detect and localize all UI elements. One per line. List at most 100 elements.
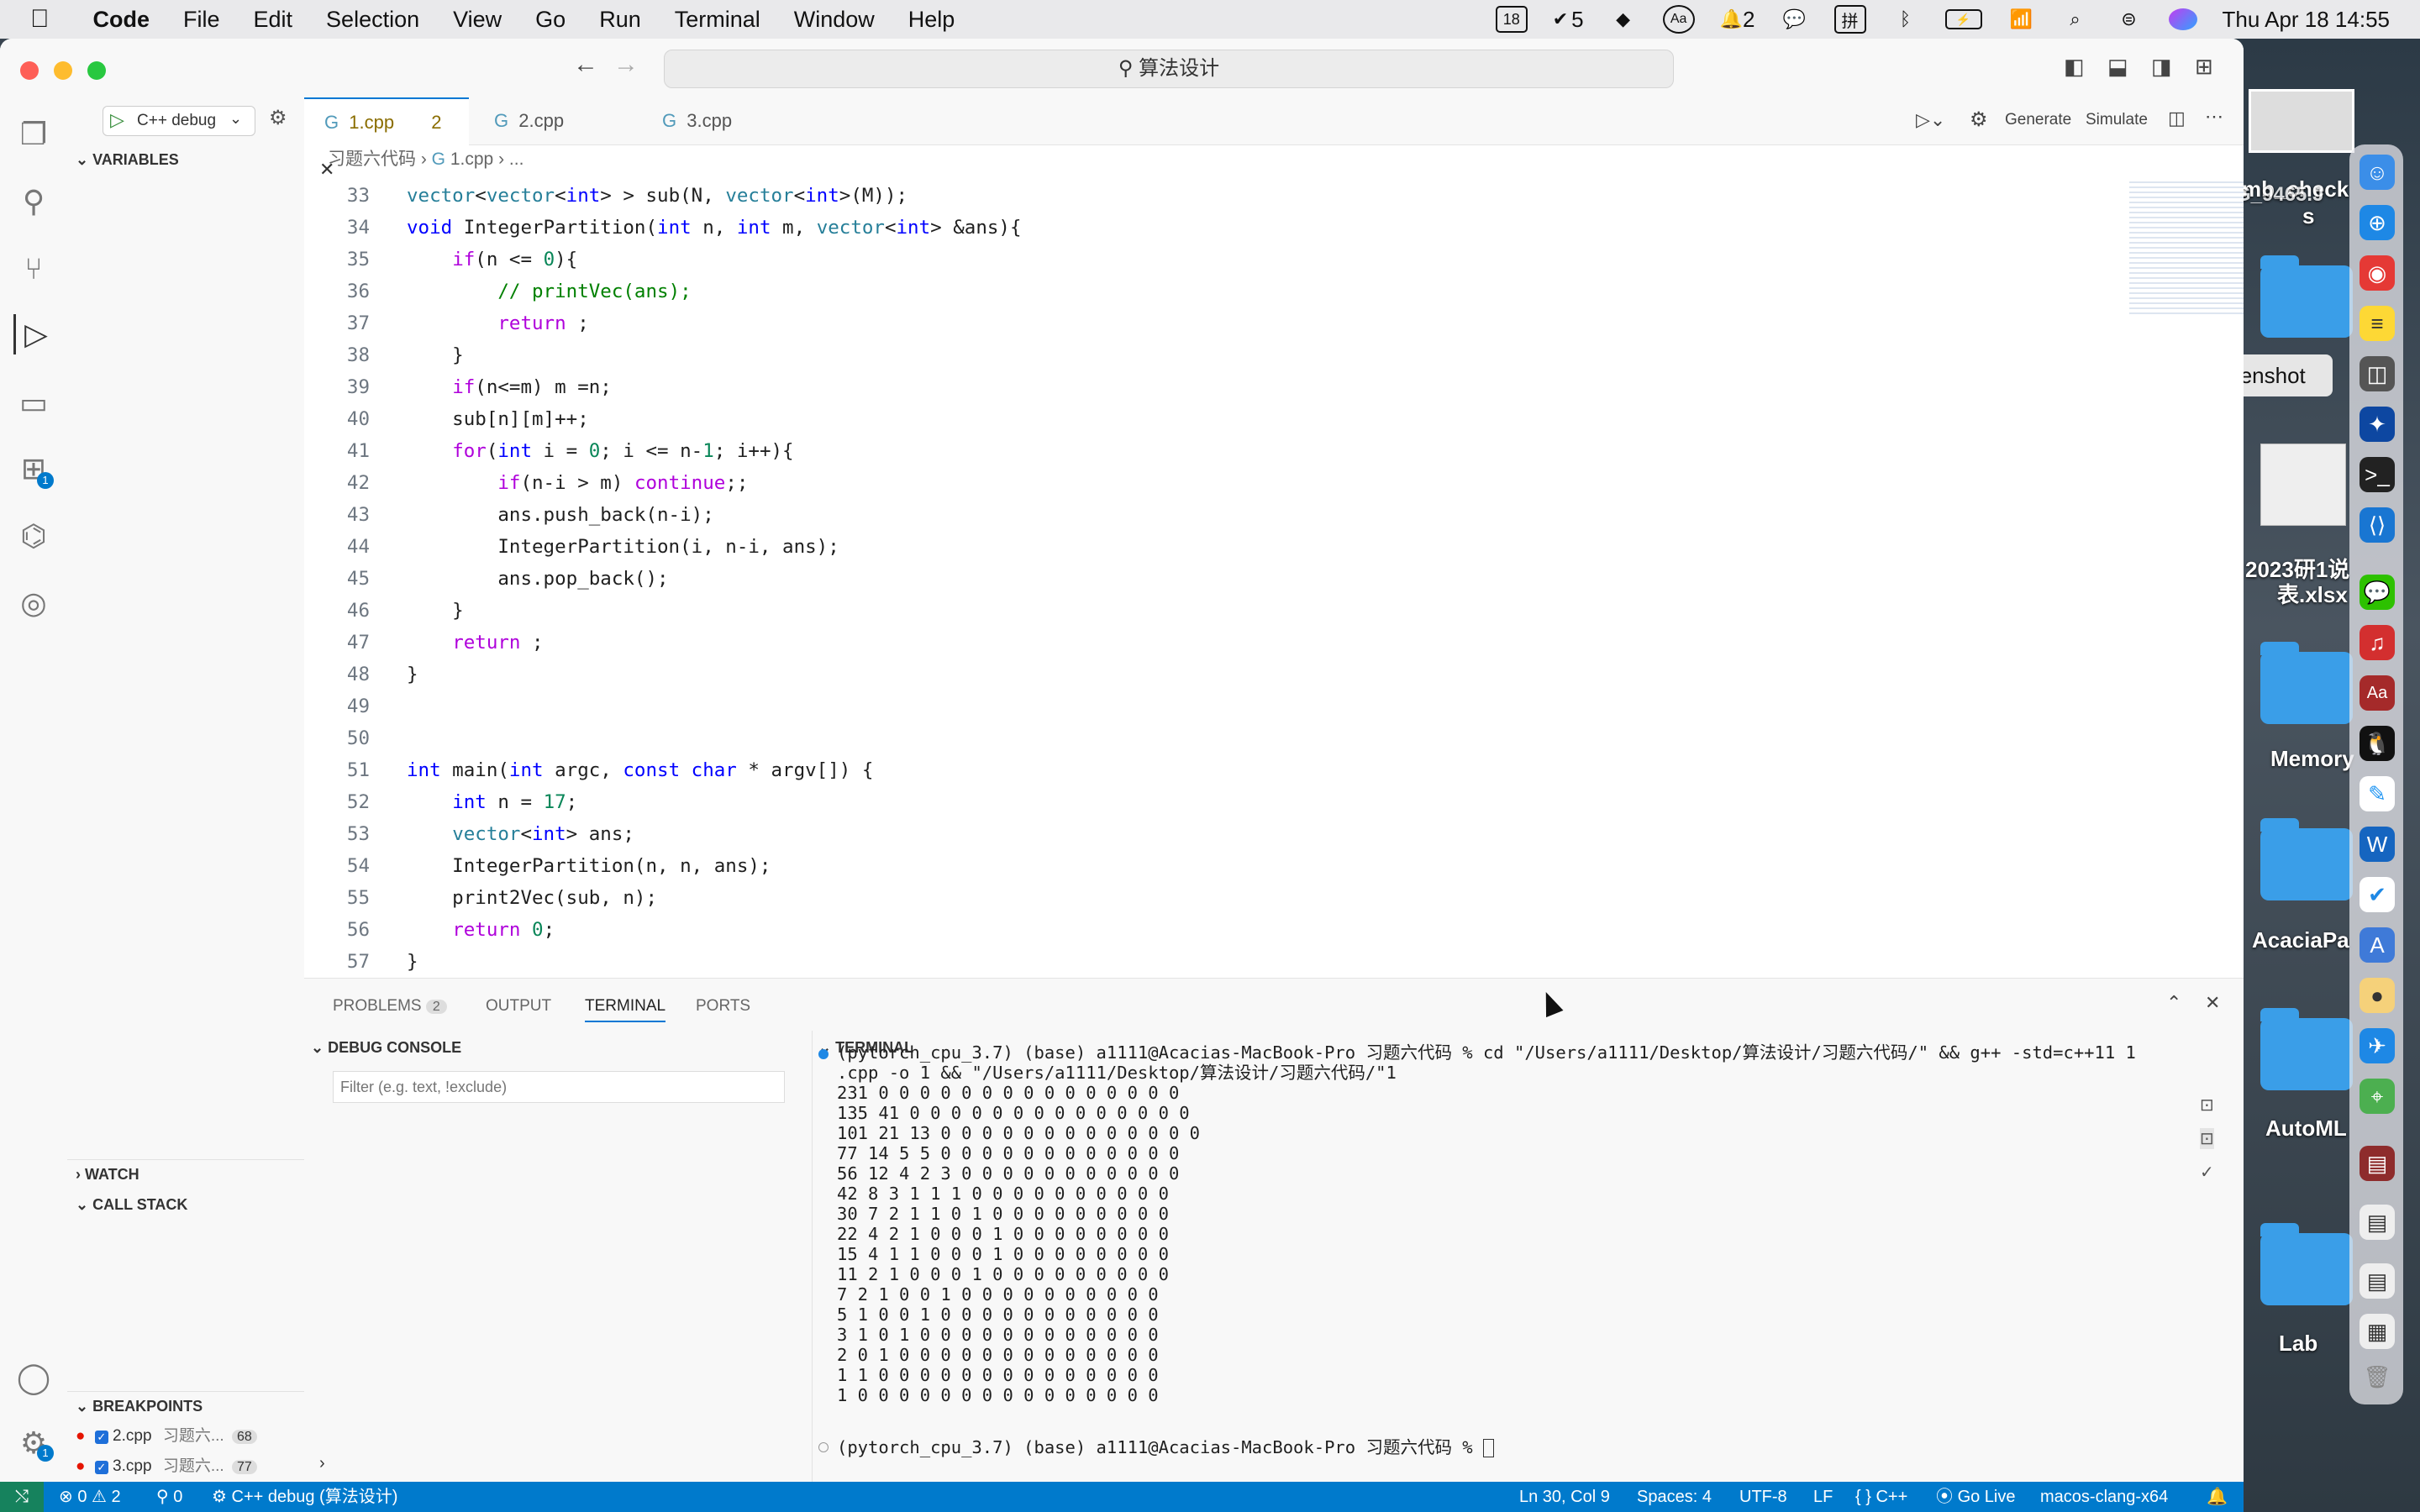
explorer-icon[interactable]: ❐ <box>13 114 54 155</box>
zoom-window-button[interactable] <box>87 61 106 80</box>
tasks-icon[interactable]: ✔ 5 <box>1553 5 1584 34</box>
notifications-bell-icon[interactable]: 🔔 <box>2207 1482 2228 1512</box>
code-line[interactable]: print2Vec(sub, n); <box>407 884 657 913</box>
minimap[interactable] <box>2129 181 2244 316</box>
wechat-dock-icon[interactable]: 💬 <box>2360 575 2395 610</box>
call-stack-section[interactable]: ⌄ CALL STACK <box>76 1196 187 1214</box>
code-line[interactable]: } <box>407 948 418 977</box>
screenshot-icon[interactable]: ◫ <box>2360 356 2395 391</box>
terminal-shell-icon[interactable]: ⊡ <box>2200 1095 2214 1116</box>
line-number[interactable]: 51 <box>304 756 370 785</box>
notes-icon[interactable]: ≡ <box>2360 306 2395 341</box>
line-number[interactable]: 38 <box>304 341 370 370</box>
line-number[interactable]: 53 <box>304 820 370 849</box>
minimize-window-button[interactable] <box>54 61 72 80</box>
debug-console-filter-input[interactable] <box>333 1071 785 1103</box>
check-icon[interactable]: ✓ <box>2200 1162 2214 1183</box>
terminal-shell-icon[interactable]: ⊡ <box>2200 1128 2214 1149</box>
menu-help[interactable]: Help <box>908 7 955 33</box>
code-line[interactable]: } <box>407 596 464 626</box>
breakpoints-section[interactable]: ⌄ BREAKPOINTS <box>76 1398 203 1415</box>
breakpoint-item[interactable]: ● ✓ 3.cpp 习题六... 77 <box>76 1453 302 1478</box>
line-number[interactable]: 40 <box>304 405 370 434</box>
search-view-icon[interactable]: ⚲ <box>13 181 54 222</box>
code-line[interactable]: if(n-i > m) continue;; <box>407 469 748 498</box>
start-debugging-icon[interactable]: ▷ <box>110 109 124 131</box>
control-center-icon[interactable]: ⊜ <box>2115 5 2144 34</box>
tab-problems[interactable]: PROBLEMS 2 <box>333 997 447 1016</box>
cursor-position[interactable]: Ln 30, Col 9 <box>1519 1482 1610 1512</box>
desktop-image-thumbnail[interactable] <box>2249 89 2354 153</box>
qq-icon[interactable]: 🐧 <box>2360 726 2395 761</box>
toggle-panel-icon[interactable]: ⬓ <box>2107 54 2128 80</box>
back-arrow-icon[interactable]: ← <box>573 50 598 79</box>
breadcrumb-symbol[interactable]: ... <box>509 150 524 169</box>
menu-run[interactable]: Run <box>599 7 641 33</box>
wifi-icon[interactable]: 📶 <box>2007 5 2036 34</box>
remote-explorer-icon[interactable]: ▭ <box>13 383 54 423</box>
desktop-folder-memory[interactable] <box>2260 642 2353 724</box>
tab-ports[interactable]: PORTS <box>696 997 750 1016</box>
desktop-folder-acaciapa[interactable] <box>2260 818 2353 900</box>
code-line[interactable]: if(n<=m) m =n; <box>407 373 612 402</box>
safari-icon[interactable]: ⊕ <box>2360 205 2395 240</box>
remote-indicator-icon[interactable]: ⤭ <box>0 1482 44 1512</box>
indentation[interactable]: Spaces: 4 <box>1637 1482 1712 1512</box>
file-thumbnail-icon[interactable]: ▤ <box>2360 1263 2395 1299</box>
code-line[interactable]: IntegerPartition(n, n, ans); <box>407 852 771 881</box>
code-line[interactable]: if(n <= 0){ <box>407 245 577 275</box>
image-thumbnail-icon[interactable]: ▦ <box>2360 1314 2395 1349</box>
bluetooth-icon[interactable]: ᛒ <box>1891 5 1920 34</box>
line-number[interactable]: 50 <box>304 724 370 753</box>
tab-3cpp[interactable]: G 3.cpp <box>647 97 765 144</box>
encoding[interactable]: UTF-8 <box>1739 1482 1787 1512</box>
line-number[interactable]: 34 <box>304 213 370 243</box>
python-icon[interactable]: ⌬ <box>13 516 54 556</box>
line-number[interactable]: 55 <box>304 884 370 913</box>
menu-selection[interactable]: Selection <box>326 7 419 33</box>
command-status-icon[interactable] <box>818 1049 829 1059</box>
prompt-status-icon[interactable] <box>818 1442 829 1452</box>
simulate-button[interactable]: Simulate <box>2086 111 2148 129</box>
line-number[interactable]: 47 <box>304 628 370 658</box>
menu-view[interactable]: View <box>453 7 502 33</box>
input-method-icon[interactable]: 拼 <box>1833 5 1866 34</box>
code-line[interactable]: } <box>407 341 464 370</box>
apple-icon[interactable]:  <box>30 5 50 34</box>
breakpoint-item[interactable]: ● ✓ 2.cpp 习题六... 68 <box>76 1423 302 1448</box>
line-number[interactable]: 37 <box>304 309 370 339</box>
acorn-icon[interactable]: ● <box>2360 978 2395 1013</box>
menubar-clock[interactable]: Thu Apr 18 14:55 <box>2223 7 2390 33</box>
code-line[interactable]: ans.push_back(n-i); <box>407 501 713 530</box>
ports-status[interactable]: ⚲ 0 <box>156 1482 182 1512</box>
waveform-icon[interactable]: ◎ <box>13 583 54 623</box>
chrome-icon[interactable]: ◉ <box>2360 255 2395 291</box>
trash-icon[interactable]: 🗑 <box>2360 1359 2395 1394</box>
bell-icon[interactable]: 🔔 2 <box>1720 5 1755 34</box>
line-number[interactable]: 48 <box>304 660 370 690</box>
breadcrumb-folder[interactable]: 习题六代码 <box>328 150 416 169</box>
toggle-sidebar-icon[interactable]: ◧ <box>2064 54 2085 80</box>
line-number[interactable]: 39 <box>304 373 370 402</box>
code-line[interactable]: void IntegerPartition(int n, int m, vect… <box>407 213 1022 243</box>
line-ending[interactable]: LF <box>1813 1482 1833 1512</box>
watch-section[interactable]: › WATCH <box>76 1166 139 1184</box>
calendar-icon[interactable]: 18 <box>1495 6 1528 33</box>
close-window-button[interactable] <box>20 61 39 80</box>
line-number[interactable]: 54 <box>304 852 370 881</box>
run-debug-icon[interactable]: ▷ <box>13 314 56 354</box>
siri-icon[interactable] <box>2168 8 2197 30</box>
code-line[interactable]: vector<int> ans; <box>407 820 634 849</box>
desktop-folder[interactable] <box>2260 255 2353 338</box>
dictionary-dock-icon[interactable]: Aa <box>2360 675 2395 711</box>
line-number[interactable]: 41 <box>304 437 370 466</box>
command-center-search[interactable]: ⚲ 算法设计 <box>664 50 1674 88</box>
line-number[interactable]: 45 <box>304 564 370 594</box>
line-number[interactable]: 44 <box>304 533 370 562</box>
line-number[interactable]: 33 <box>304 181 370 211</box>
line-number[interactable]: 46 <box>304 596 370 626</box>
line-number[interactable]: 36 <box>304 277 370 307</box>
code-line[interactable]: } <box>407 660 418 690</box>
line-number[interactable]: 56 <box>304 916 370 945</box>
menu-file[interactable]: File <box>183 7 220 33</box>
